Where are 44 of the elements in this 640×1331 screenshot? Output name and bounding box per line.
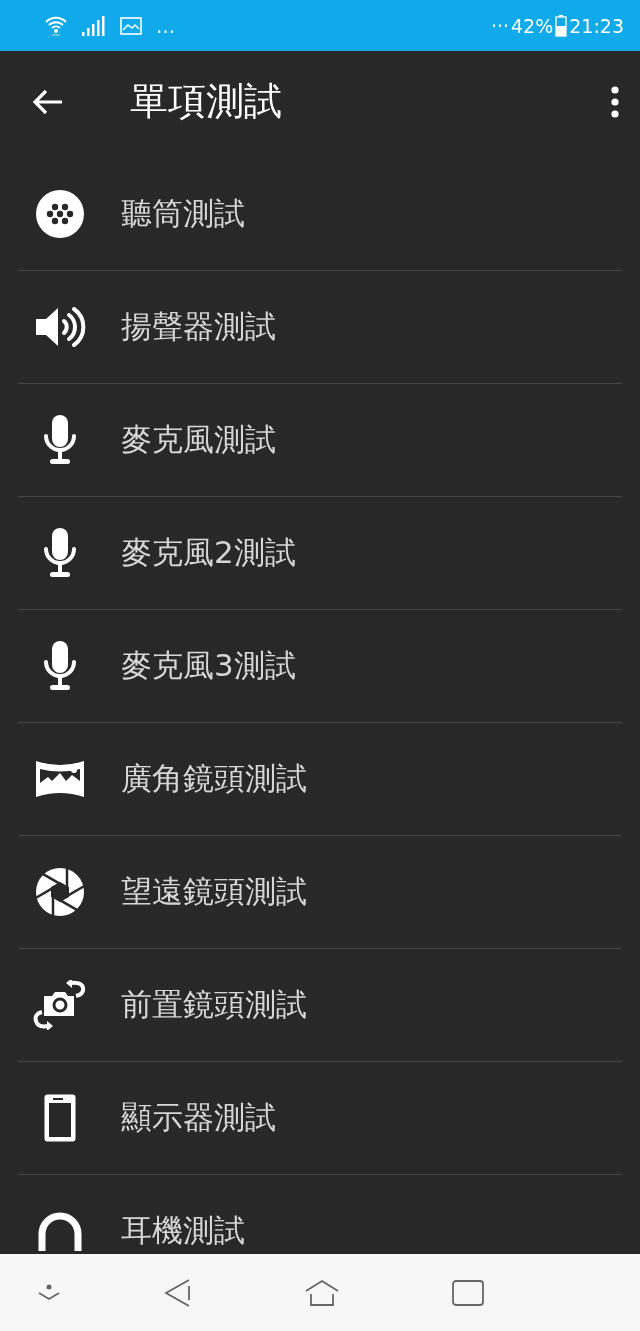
aperture-icon (35, 867, 85, 917)
recents-icon (452, 1279, 484, 1306)
camera-switch-icon (32, 980, 88, 1030)
test-item[interactable]: 揚聲器測試 (18, 271, 622, 384)
test-item-label: 耳機測試 (121, 1211, 245, 1250)
panorama-icon (34, 759, 86, 799)
test-item[interactable]: 望遠鏡頭測試 (18, 836, 622, 949)
clock: 21:23 (569, 14, 624, 37)
more-indicators: ··· (490, 14, 509, 37)
signal-icon (82, 15, 106, 36)
image-icon (120, 16, 142, 35)
test-item[interactable]: 麥克風測試 (18, 384, 622, 497)
test-item[interactable]: 耳機測試 (18, 1175, 622, 1254)
test-item-label: 麥克風3測試 (121, 646, 296, 685)
test-item-label: 麥克風測試 (121, 420, 276, 459)
headset-icon (37, 1211, 83, 1251)
test-item-label: 麥克風2測試 (121, 533, 296, 572)
test-item[interactable]: 前置鏡頭測試 (18, 949, 622, 1062)
microphone-icon (42, 414, 78, 466)
earpiece-icon (35, 189, 85, 239)
test-item-label: 揚聲器測試 (121, 307, 276, 346)
speaker-icon (34, 305, 86, 349)
test-item[interactable]: 聽筒測試 (18, 158, 622, 271)
test-item-label: 聽筒測試 (121, 194, 245, 233)
test-item-label: 望遠鏡頭測試 (121, 872, 307, 911)
test-item-label: 廣角鏡頭測試 (121, 759, 307, 798)
back-arrow-icon[interactable] (32, 87, 64, 116)
home-icon (304, 1278, 340, 1307)
battery-icon (555, 14, 568, 37)
test-item[interactable]: 顯示器測試 (18, 1062, 622, 1175)
more-options-icon[interactable] (610, 85, 620, 118)
test-item[interactable]: 麥克風2測試 (18, 497, 622, 610)
microphone-icon (42, 527, 78, 579)
test-item[interactable]: 麥克風3測試 (18, 610, 622, 723)
chevron-down-icon (36, 1282, 62, 1303)
battery-percent: 42% (511, 14, 554, 37)
more-notifications: … (156, 14, 175, 37)
microphone-icon (42, 640, 78, 692)
test-item[interactable]: 廣角鏡頭測試 (18, 723, 622, 836)
phone-icon (43, 1093, 77, 1143)
test-item-label: 顯示器測試 (121, 1098, 276, 1137)
screen-title: 單項測試 (130, 78, 283, 125)
back-triangle-icon (164, 1277, 192, 1308)
test-item-label: 前置鏡頭測試 (121, 985, 307, 1024)
